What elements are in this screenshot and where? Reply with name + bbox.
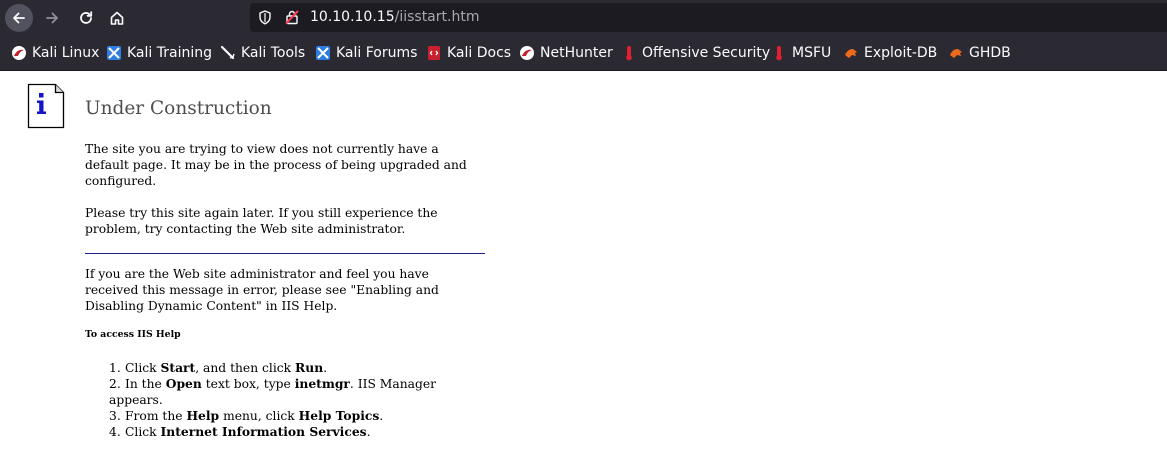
bookmark-label: NetHunter bbox=[540, 45, 613, 61]
divider bbox=[85, 253, 485, 254]
bookmark-kali-docs[interactable]: Kali Docs bbox=[426, 43, 511, 63]
list-item: 2. In the Open text box, type inetmgr. II… bbox=[109, 376, 436, 407]
msfu-icon bbox=[771, 45, 787, 61]
arrow-right-icon bbox=[46, 12, 58, 24]
kali-forums-icon bbox=[315, 45, 331, 61]
nethunter-icon bbox=[519, 45, 535, 61]
bookmark-ghdb[interactable]: GHDB bbox=[948, 43, 1011, 63]
bookmark-label: Kali Linux bbox=[32, 45, 100, 61]
kali-tools-icon bbox=[220, 45, 236, 61]
kali-training-icon bbox=[106, 45, 122, 61]
arrow-left-icon bbox=[13, 12, 25, 24]
admin-paragraph: If you are the Web site administrator an… bbox=[85, 267, 439, 313]
iis-message: Under Construction The site you are tryi… bbox=[85, 98, 485, 440]
bookmark-offensive-security[interactable]: Offensive Security bbox=[621, 43, 770, 63]
insecure-lock-icon[interactable] bbox=[284, 9, 300, 29]
home-icon bbox=[110, 11, 124, 25]
shield-icon[interactable] bbox=[258, 10, 272, 29]
bookmark-label: Kali Forums bbox=[336, 45, 418, 61]
url-text[interactable]: 10.10.10.15/iisstart.htm bbox=[310, 9, 479, 25]
info-icon bbox=[27, 83, 65, 133]
bookmark-kali-linux[interactable]: Kali Linux bbox=[11, 43, 99, 63]
retry-paragraph: Please try this site again later. If you… bbox=[85, 206, 438, 236]
browser-toolbar: 10.10.10.15/iisstart.htm bbox=[0, 0, 1167, 36]
help-heading: To access IIS Help bbox=[85, 329, 181, 340]
forward-button[interactable] bbox=[38, 4, 66, 32]
bookmark-label: Exploit-DB bbox=[864, 45, 938, 61]
bookmark-kali-tools[interactable]: Kali Tools bbox=[220, 43, 305, 63]
intro-paragraph: The site you are trying to view does not… bbox=[85, 142, 467, 188]
list-item: 3. From the Help menu, click Help Topics. bbox=[109, 408, 384, 423]
bookmark-label: Kali Tools bbox=[241, 45, 306, 61]
ghdb-icon bbox=[948, 45, 964, 61]
bookmark-label: Offensive Security bbox=[642, 45, 771, 61]
back-button[interactable] bbox=[5, 4, 33, 32]
address-bar[interactable]: 10.10.10.15/iisstart.htm bbox=[250, 3, 1167, 32]
bookmark-nethunter[interactable]: NetHunter bbox=[519, 43, 613, 63]
page-content: Under Construction The site you are tryi… bbox=[0, 71, 1167, 465]
kali-docs-icon bbox=[426, 45, 442, 61]
list-item: 4. Click Internet Information Services. bbox=[109, 424, 371, 439]
url-path: /iisstart.htm bbox=[394, 9, 480, 25]
bookmark-label: GHDB bbox=[969, 45, 1011, 61]
url-host: 10.10.10.15 bbox=[310, 9, 395, 25]
bookmark-kali-training[interactable]: Kali Training bbox=[106, 43, 212, 63]
offensive-security-icon bbox=[621, 45, 637, 61]
help-steps-list: 1. Click Start, and then click Run. 2. In … bbox=[85, 360, 485, 440]
bookmark-msfu[interactable]: MSFU bbox=[771, 43, 831, 63]
bookmark-exploit-db[interactable]: Exploit-DB bbox=[843, 43, 937, 63]
bookmark-label: MSFU bbox=[792, 45, 832, 61]
bookmark-kali-forums[interactable]: Kali Forums bbox=[315, 43, 417, 63]
bookmarks-toolbar: Kali Linux Kali Training Kali Tools Kali… bbox=[0, 36, 1167, 71]
list-item: 1. Click Start, and then click Run. bbox=[109, 360, 328, 375]
bookmark-label: Kali Docs bbox=[447, 45, 512, 61]
kali-linux-icon bbox=[11, 45, 27, 61]
exploit-db-icon bbox=[843, 45, 859, 61]
bookmark-label: Kali Training bbox=[127, 45, 212, 61]
reload-button[interactable] bbox=[72, 4, 100, 32]
page-title: Under Construction bbox=[85, 98, 272, 119]
home-button[interactable] bbox=[103, 4, 131, 32]
reload-icon bbox=[80, 11, 93, 24]
